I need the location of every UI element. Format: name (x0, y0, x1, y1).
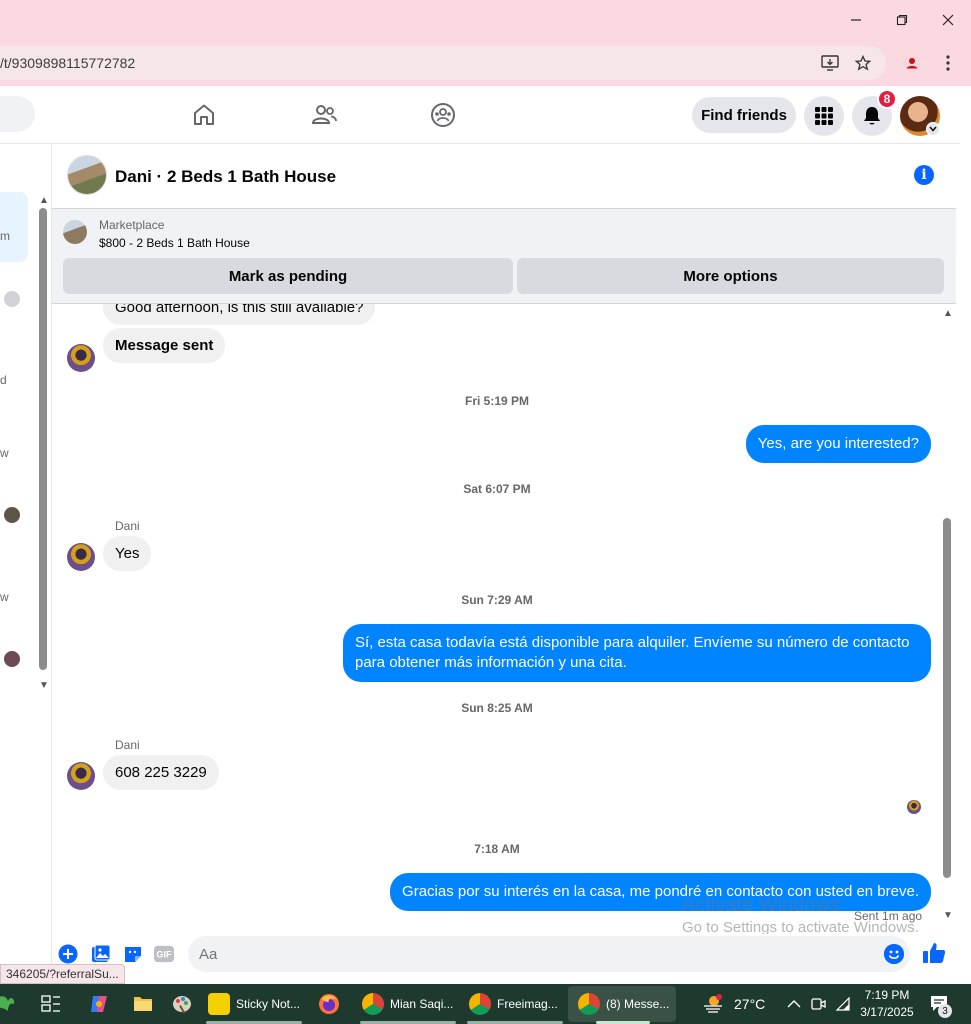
taskbar-app-label: Sticky Not... (236, 997, 301, 1011)
weather-temperature: 27°C (734, 996, 766, 1012)
chrome-icon (469, 993, 491, 1015)
chat-list-selected-item[interactable] (0, 192, 28, 262)
timestamp: Fri 5:19 PM (464, 394, 530, 408)
timestamp: 7:18 AM (474, 842, 520, 856)
conversation-title[interactable]: Dani · 2 Beds 1 Bath House (115, 167, 336, 187)
more-options-button[interactable]: More options (517, 258, 944, 294)
file-explorer-icon[interactable] (133, 984, 153, 1024)
install-icon[interactable] (820, 53, 840, 73)
chat-list-fragment[interactable]: m (0, 229, 10, 243)
wifi-icon[interactable] (835, 984, 851, 1024)
notification-count-badge: 3 (938, 1004, 952, 1018)
maximize-icon[interactable] (890, 8, 914, 32)
chat-list-avatar[interactable] (4, 507, 20, 523)
notification-center-icon[interactable]: 3 (930, 984, 952, 1024)
message-bubble-outgoing[interactable]: Yes, are you interested? (745, 425, 931, 463)
avatar[interactable] (67, 762, 95, 790)
avatar[interactable] (67, 543, 95, 571)
chrome-icon (362, 993, 384, 1015)
firefox-icon[interactable] (318, 984, 340, 1024)
avatar[interactable] (67, 344, 95, 372)
taskbar-app-label: (8) Messe... (606, 997, 670, 1011)
kebab-menu-icon[interactable] (938, 53, 958, 73)
plus-icon[interactable] (58, 944, 78, 964)
svg-text:GIF: GIF (156, 950, 172, 960)
message-bubble-incoming[interactable]: 608 225 3229 (103, 755, 219, 790)
photo-icon[interactable] (91, 944, 111, 964)
message-thread: Good afternoon, is this still available?… (52, 304, 942, 934)
sticky-notes-icon (208, 993, 230, 1015)
chat-list-fragment[interactable]: d (0, 373, 7, 387)
chevron-up-icon[interactable] (787, 984, 801, 1024)
find-friends-button[interactable]: Find friends (692, 97, 796, 133)
clock-date: 3/17/2025 (860, 1005, 914, 1019)
apps-grid-icon[interactable] (804, 96, 844, 136)
scroll-up-arrow[interactable]: ▲ (943, 308, 953, 319)
info-icon[interactable]: i (914, 165, 934, 185)
start-button[interactable] (0, 984, 16, 1024)
message-bubble-outgoing[interactable]: Gracias por su interés en la casa, me po… (390, 873, 931, 911)
chrome-icon (578, 993, 600, 1015)
taskbar-app[interactable]: Sticky Not... (208, 984, 300, 1024)
groups-icon[interactable] (428, 100, 458, 130)
search-box[interactable] (0, 96, 35, 132)
message-bubble-incoming[interactable]: Good afternoon, is this still available? (103, 304, 376, 325)
seen-indicator-avatar (907, 800, 921, 814)
scroll-down-arrow[interactable]: ▼ (39, 680, 49, 691)
listing-thumbnail[interactable] (63, 220, 87, 244)
close-icon[interactable] (936, 8, 960, 32)
taskbar-app[interactable]: (8) Messe... (578, 984, 669, 1024)
notification-badge: 8 (877, 89, 897, 109)
listing-title[interactable]: $800 - 2 Beds 1 Bath House (99, 236, 250, 250)
timestamp: Sat 6:07 PM (463, 482, 531, 496)
meet-now-icon[interactable] (810, 984, 826, 1024)
omnibox[interactable]: /t/9309898115772782 (0, 46, 886, 80)
thumbs-up-icon[interactable] (922, 941, 946, 965)
link-status-url: 346205/?referralSu... (0, 964, 125, 984)
scroll-up-arrow[interactable]: ▲ (39, 195, 49, 206)
taskbar-app-label: Freeimag... (497, 997, 558, 1011)
sender-name: Dani (115, 519, 140, 533)
gif-icon[interactable]: GIF (154, 944, 174, 964)
clock-time: 7:19 PM (864, 988, 910, 1002)
thread-scrollbar[interactable] (943, 518, 951, 878)
mark-as-pending-button[interactable]: Mark as pending (63, 258, 513, 294)
chat-list-avatar[interactable] (4, 651, 20, 667)
copilot-icon[interactable] (88, 984, 110, 1024)
home-icon[interactable] (189, 100, 219, 130)
timestamp: Sun 7:29 AM (461, 593, 533, 607)
chat-list-fragment[interactable]: w (0, 446, 9, 460)
url-text[interactable]: /t/9309898115772782 (0, 55, 135, 71)
taskbar-app[interactable]: Freeimag... (469, 984, 558, 1024)
chat-list-fragment[interactable]: w (0, 590, 9, 604)
sender-name: Dani (115, 738, 140, 752)
message-input[interactable] (188, 936, 910, 972)
minimize-icon[interactable] (844, 8, 868, 32)
chat-list-scrollbar[interactable] (39, 208, 47, 670)
chat-list-avatar[interactable] (4, 291, 20, 307)
taskbar-clock[interactable]: 7:19 PM 3/17/2025 (852, 987, 922, 1021)
timestamp: Sun 8:25 AM (461, 701, 533, 715)
taskbar-app-label: Mian Saqi... (390, 997, 454, 1011)
friends-icon[interactable] (309, 100, 339, 130)
weather-widget[interactable]: 27°C (702, 984, 765, 1024)
conversation-avatar[interactable] (67, 155, 107, 195)
paint-icon[interactable] (171, 984, 193, 1024)
message-bubble-outgoing[interactable]: Sí, esta casa todavía está disponible pa… (343, 624, 931, 682)
message-bubble-incoming[interactable]: Yes (103, 536, 152, 571)
emoji-icon[interactable] (884, 944, 904, 964)
taskbar-app[interactable]: Mian Saqi... (362, 984, 453, 1024)
marketplace-label: Marketplace (99, 218, 165, 232)
profile-icon[interactable] (902, 53, 922, 73)
sticker-icon[interactable] (123, 944, 143, 964)
activate-windows-title: Activate Windows (682, 894, 840, 916)
message-bubble-incoming[interactable]: Message sent (103, 328, 226, 363)
chevron-down-icon[interactable] (926, 122, 940, 136)
star-icon[interactable] (853, 53, 873, 73)
window-titlebar (0, 0, 971, 40)
scroll-down-arrow[interactable]: ▼ (943, 910, 953, 921)
task-view-icon[interactable] (41, 984, 61, 1024)
